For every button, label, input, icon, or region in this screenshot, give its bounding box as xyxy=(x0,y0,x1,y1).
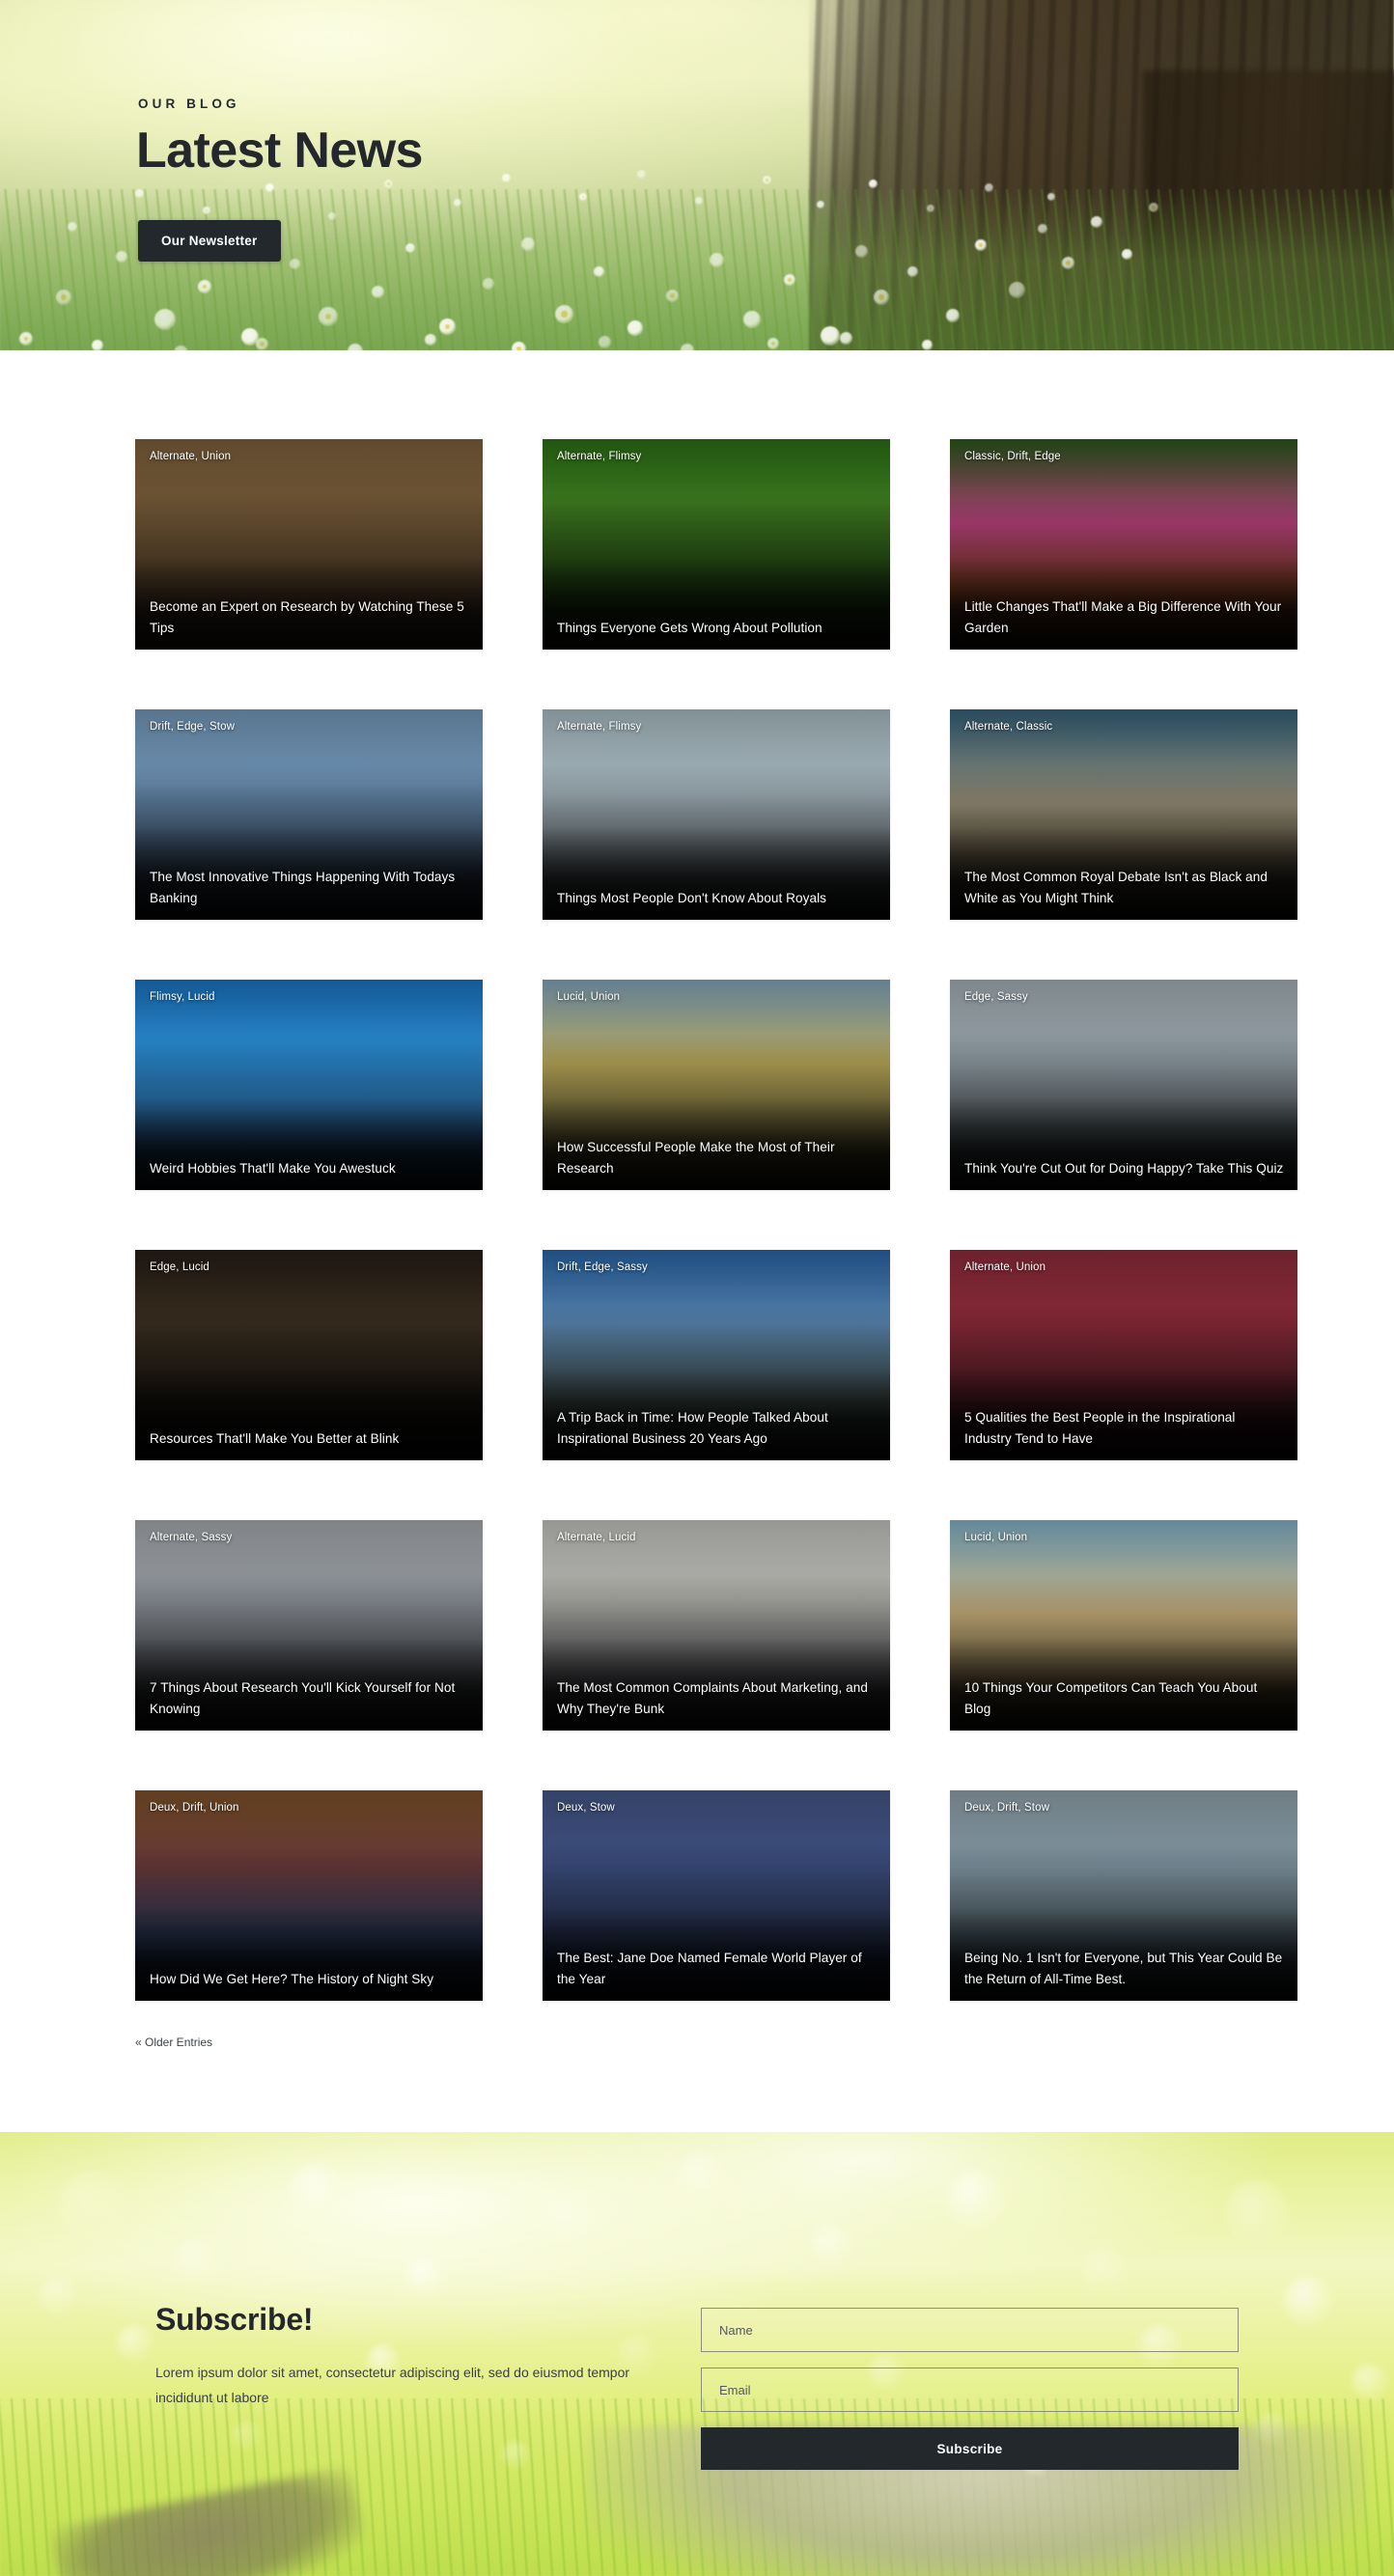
post-title[interactable]: A Trip Back in Time: How People Talked A… xyxy=(557,1407,877,1449)
post-title[interactable]: The Most Common Complaints About Marketi… xyxy=(557,1677,877,1719)
post-title[interactable]: 5 Qualities the Best People in the Inspi… xyxy=(964,1407,1284,1449)
post-title[interactable]: Become an Expert on Research by Watching… xyxy=(150,596,469,638)
blog-post-card[interactable]: Deux, Drift, Union How Did We Get Here? T… xyxy=(135,1790,483,2001)
post-title[interactable]: The Most Common Royal Debate Isn't as Bl… xyxy=(964,867,1284,908)
subscribe-button[interactable]: Subscribe xyxy=(701,2427,1239,2470)
post-categories[interactable]: Alternate, Flimsy xyxy=(557,451,641,462)
subscribe-description: Lorem ipsum dolor sit amet, consectetur … xyxy=(155,2365,630,2405)
subscribe-form: Subscribe xyxy=(701,2308,1239,2470)
blog-post-card[interactable]: Alternate, Flimsy Things Most People Don'… xyxy=(543,709,890,920)
post-title[interactable]: Things Everyone Gets Wrong About Polluti… xyxy=(557,618,877,638)
post-categories[interactable]: Alternate, Sassy xyxy=(150,1532,232,1543)
post-categories[interactable]: Flimsy, Lucid xyxy=(150,991,215,1003)
blog-post-card[interactable]: Drift, Edge, Sassy A Trip Back in Time: H… xyxy=(543,1250,890,1460)
post-title[interactable]: How Successful People Make the Most of T… xyxy=(557,1137,877,1178)
blog-post-grid: Alternate, Union Become an Expert on Rese… xyxy=(135,439,1297,2001)
blog-post-card[interactable]: Lucid, Union How Successful People Make t… xyxy=(543,980,890,1190)
post-title[interactable]: 10 Things Your Competitors Can Teach You… xyxy=(964,1677,1284,1719)
blog-post-card[interactable]: Alternate, Union 5 Qualities the Best Peo… xyxy=(950,1250,1297,1460)
blog-post-card[interactable]: Edge, Sassy Think You're Cut Out for Doin… xyxy=(950,980,1297,1190)
post-categories[interactable]: Edge, Lucid xyxy=(150,1261,209,1273)
post-categories[interactable]: Deux, Drift, Stow xyxy=(964,1802,1049,1814)
blog-post-card[interactable]: Flimsy, Lucid Weird Hobbies That'll Make … xyxy=(135,980,483,1190)
post-title[interactable]: Being No. 1 Isn't for Everyone, but This… xyxy=(964,1948,1284,1989)
blog-post-card[interactable]: Drift, Edge, Stow The Most Innovative Thi… xyxy=(135,709,483,920)
blog-post-card[interactable]: Deux, Drift, Stow Being No. 1 Isn't for E… xyxy=(950,1790,1297,2001)
post-title[interactable]: Things Most People Don't Know About Roya… xyxy=(557,888,877,908)
post-title[interactable]: Little Changes That'll Make a Big Differ… xyxy=(964,596,1284,638)
blog-post-card[interactable]: Edge, Lucid Resources That'll Make You Be… xyxy=(135,1250,483,1460)
post-categories[interactable]: Alternate, Union xyxy=(964,1261,1046,1273)
post-title[interactable]: 7 Things About Research You'll Kick Your… xyxy=(150,1677,469,1719)
post-categories[interactable]: Lucid, Union xyxy=(557,991,620,1003)
post-categories[interactable]: Alternate, Classic xyxy=(964,721,1052,733)
hero-banner: OUR BLOG Latest News Our Newsletter xyxy=(0,0,1394,350)
post-categories[interactable]: Alternate, Union xyxy=(150,451,231,462)
post-categories[interactable]: Drift, Edge, Stow xyxy=(150,721,235,733)
hero-eyebrow: OUR BLOG xyxy=(138,97,240,111)
subscribe-title: Subscribe! xyxy=(155,2302,314,2337)
post-categories[interactable]: Edge, Sassy xyxy=(964,991,1028,1003)
post-categories[interactable]: Deux, Drift, Union xyxy=(150,1802,239,1814)
post-categories[interactable]: Deux, Stow xyxy=(557,1802,615,1814)
page-title: Latest News xyxy=(136,123,423,179)
post-title[interactable]: The Most Innovative Things Happening Wit… xyxy=(150,867,469,908)
blog-post-card[interactable]: Alternate, Lucid The Most Common Complain… xyxy=(543,1520,890,1731)
post-title[interactable]: How Did We Get Here? The History of Nigh… xyxy=(150,1969,469,1989)
blog-post-card[interactable]: Alternate, Sassy 7 Things About Research … xyxy=(135,1520,483,1731)
newsletter-button[interactable]: Our Newsletter xyxy=(138,220,281,262)
post-title[interactable]: Resources That'll Make You Better at Bli… xyxy=(150,1428,469,1449)
post-categories[interactable]: Lucid, Union xyxy=(964,1532,1027,1543)
email-input[interactable] xyxy=(701,2368,1239,2412)
subscribe-section: Subscribe! Lorem ipsum dolor sit amet, c… xyxy=(0,2132,1394,2576)
blog-post-card[interactable]: Alternate, Union Become an Expert on Rese… xyxy=(135,439,483,650)
blog-post-card[interactable]: Alternate, Classic The Most Common Royal … xyxy=(950,709,1297,920)
post-categories[interactable]: Drift, Edge, Sassy xyxy=(557,1261,648,1273)
blog-post-card[interactable]: Classic, Drift, Edge Little Changes That'… xyxy=(950,439,1297,650)
post-categories[interactable]: Classic, Drift, Edge xyxy=(964,451,1061,462)
post-title[interactable]: Think You're Cut Out for Doing Happy? Ta… xyxy=(964,1158,1284,1178)
post-categories[interactable]: Alternate, Flimsy xyxy=(557,721,641,733)
blog-post-card[interactable]: Deux, Stow The Best: Jane Doe Named Femal… xyxy=(543,1790,890,2001)
post-title[interactable]: Weird Hobbies That'll Make You Awestuck xyxy=(150,1158,469,1178)
blog-post-card[interactable]: Lucid, Union 10 Things Your Competitors C… xyxy=(950,1520,1297,1731)
post-title[interactable]: The Best: Jane Doe Named Female World Pl… xyxy=(557,1948,877,1989)
name-input[interactable] xyxy=(701,2308,1239,2352)
blog-section: Alternate, Union Become an Expert on Rese… xyxy=(0,350,1394,2132)
blog-post-card[interactable]: Alternate, Flimsy Things Everyone Gets Wr… xyxy=(543,439,890,650)
post-categories[interactable]: Alternate, Lucid xyxy=(557,1532,636,1543)
older-entries-link[interactable]: « Older Entries xyxy=(135,2036,212,2049)
